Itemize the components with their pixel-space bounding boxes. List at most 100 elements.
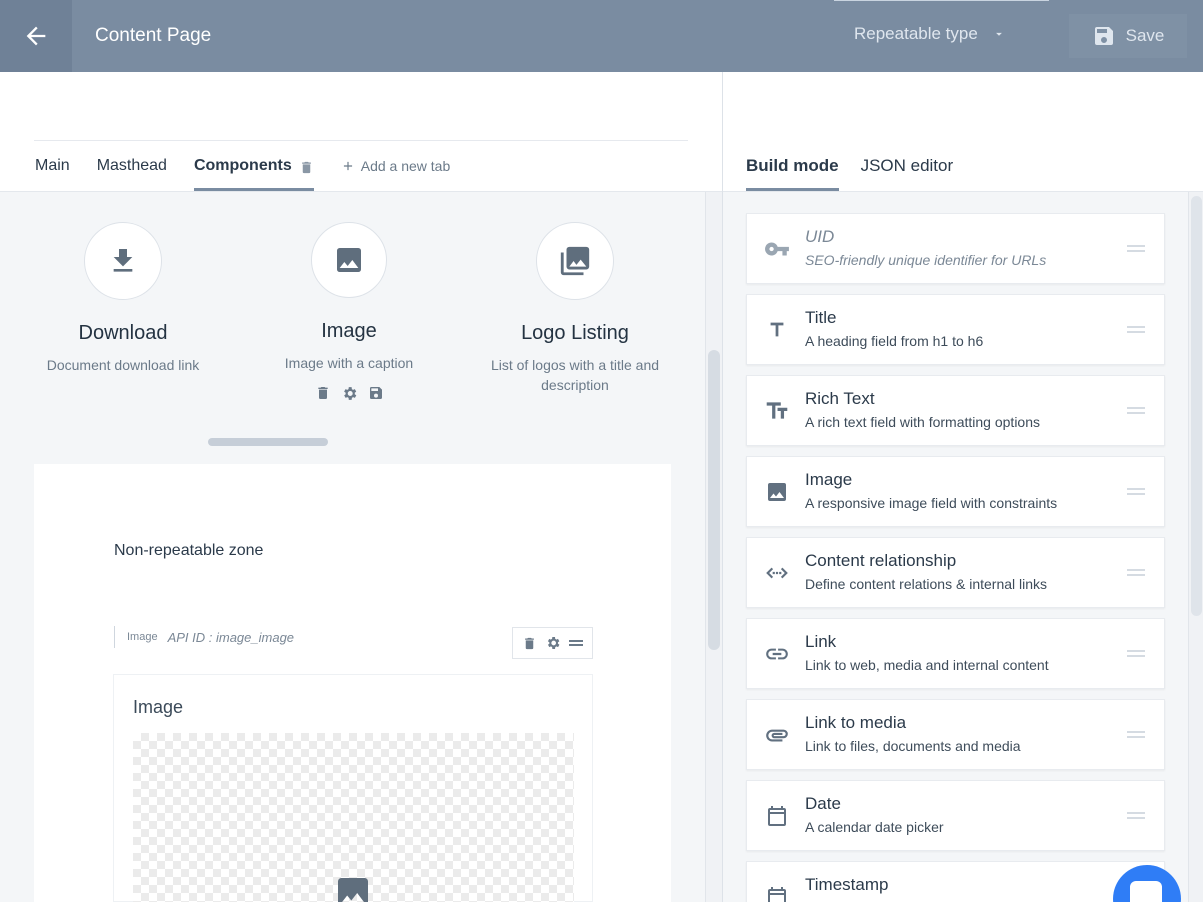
tabs-divider [34, 140, 688, 141]
download-icon [113, 249, 133, 272]
save-button-label: Save [1125, 26, 1165, 45]
code-link-icon [766, 567, 788, 579]
link-icon [766, 648, 788, 660]
caret-down-icon [995, 32, 1002, 36]
editor-tab-bar: Main Masthead Components Add a new tab [0, 72, 722, 192]
floppy-disk-icon [1094, 27, 1113, 45]
image-field-title: Image [133, 697, 184, 717]
tab-label: Main [35, 157, 70, 174]
field-item-date[interactable]: Date A calendar date picker [746, 780, 1165, 851]
vertical-scrollbar[interactable] [708, 350, 720, 650]
gallery-icon [560, 246, 590, 276]
component-logo-listing[interactable]: Logo Listing List of logos with a title … [476, 222, 674, 395]
drag-handle-icon[interactable] [1127, 407, 1145, 414]
text-t-icon [770, 322, 784, 337]
paperclip-icon [766, 729, 788, 742]
component-image[interactable]: Image Image with a caption [250, 222, 448, 402]
header-divider [834, 0, 1049, 1]
vertical-scrollbar[interactable] [1191, 196, 1202, 616]
component-title: Download [78, 322, 168, 344]
save-button[interactable]: Save [1069, 14, 1187, 58]
field-item-rich-text[interactable]: Rich Text A rich text field with formatt… [746, 375, 1165, 446]
rich-text-icon [766, 402, 788, 419]
trash-icon[interactable] [315, 385, 331, 401]
drag-handle-icon[interactable] [569, 638, 583, 648]
zone-title: Non-repeatable zone [114, 542, 264, 559]
tab-label: Components [193, 157, 292, 174]
tab-json-editor[interactable]: JSON editor [861, 156, 954, 191]
field-description: A calendar date picker [805, 819, 944, 835]
field-item-link-to-media[interactable]: Link to media Link to files, documents a… [746, 699, 1165, 770]
component-icon-circle [84, 222, 162, 300]
gear-icon[interactable] [545, 635, 561, 651]
drag-handle-icon[interactable] [1127, 569, 1145, 576]
builder-mode-tabs: Build mode JSON editor [746, 156, 953, 191]
arrow-left-icon [26, 26, 46, 46]
field-item-uid[interactable]: UID SEO-friendly unique identifier for U… [746, 213, 1165, 284]
field-item-link[interactable]: Link Link to web, media and internal con… [746, 618, 1165, 689]
field-actions [512, 627, 593, 659]
drag-handle-icon[interactable] [1127, 812, 1145, 819]
type-selector-label: Repeatable type [854, 24, 978, 43]
drag-handle-icon[interactable] [1127, 245, 1145, 252]
gear-icon[interactable] [341, 385, 358, 402]
floppy-disk-icon[interactable] [368, 385, 384, 401]
field-api-row: Image API ID : image_image [114, 626, 294, 648]
component-actions [250, 385, 448, 402]
image-field-card: Image [113, 674, 593, 902]
field-description: A responsive image field with constraint… [805, 495, 1058, 511]
field-name: Link [805, 632, 837, 651]
plus-icon [343, 161, 352, 171]
non-repeatable-zone: Non-repeatable zone Image API ID : image… [34, 464, 671, 902]
back-button[interactable] [0, 0, 72, 72]
top-bar: Content Page Repeatable type Save [0, 0, 1203, 72]
add-tab-label: Add a new tab [360, 158, 451, 174]
component-icon-circle [536, 222, 614, 300]
field-type-label: Image [127, 631, 158, 643]
component-description: Document download link [46, 357, 200, 373]
api-id-label: API ID : image_image [167, 629, 295, 645]
calendar-icon [768, 887, 786, 902]
tab-components[interactable]: Components [193, 154, 314, 191]
component-title: Logo Listing [521, 322, 629, 344]
tab-build-mode[interactable]: Build mode [746, 156, 839, 191]
tab-masthead[interactable]: Masthead [97, 154, 167, 191]
tab-main[interactable]: Main [35, 154, 70, 191]
field-name: Title [805, 308, 837, 327]
image-placeholder[interactable] [133, 733, 574, 902]
field-item-timestamp[interactable]: Timestamp [746, 861, 1165, 902]
field-name: Link to media [805, 713, 907, 732]
tab-label: Masthead [96, 157, 167, 174]
drag-handle-icon[interactable] [1127, 650, 1145, 657]
chat-icon [1130, 881, 1162, 902]
drag-handle-icon[interactable] [1127, 488, 1145, 495]
field-name: Timestamp [805, 875, 889, 894]
trash-icon[interactable] [522, 636, 537, 651]
image-icon [768, 483, 786, 501]
component-icon-circle [311, 222, 387, 298]
field-item-title[interactable]: Title A heading field from h1 to h6 [746, 294, 1165, 365]
page-title: Content Page [95, 25, 212, 46]
field-description: A heading field from h1 to h6 [805, 333, 984, 349]
field-description: Link to files, documents and media [805, 738, 1021, 754]
field-description: A rich text field with formatting option… [805, 414, 1040, 430]
field-description: SEO-friendly unique identifier for URLs [805, 252, 1047, 268]
trash-icon[interactable] [299, 159, 314, 176]
builder-tab-bar: Build mode JSON editor [723, 72, 1203, 192]
field-item-image[interactable]: Image A responsive image field with cons… [746, 456, 1165, 527]
horizontal-scrollbar[interactable] [208, 438, 328, 446]
component-description: Image with a caption [284, 355, 414, 371]
component-download[interactable]: Download Document download link [24, 222, 222, 375]
field-item-content-relationship[interactable]: Content relationship Define content rela… [746, 537, 1165, 608]
image-icon [337, 248, 361, 272]
field-name: Content relationship [805, 551, 957, 570]
editor-tabs: Main Masthead Components Add a new tab [35, 154, 450, 191]
field-name: Image [805, 470, 853, 489]
field-description: Define content relations & internal link… [805, 576, 1048, 592]
editor-panel: Main Masthead Components Add a new tab D… [0, 72, 722, 902]
drag-handle-icon[interactable] [1127, 731, 1145, 738]
type-selector[interactable]: Repeatable type [854, 24, 1006, 44]
drag-handle-icon[interactable] [1127, 326, 1145, 333]
key-icon [765, 242, 789, 256]
add-tab-button[interactable]: Add a new tab [341, 154, 451, 174]
